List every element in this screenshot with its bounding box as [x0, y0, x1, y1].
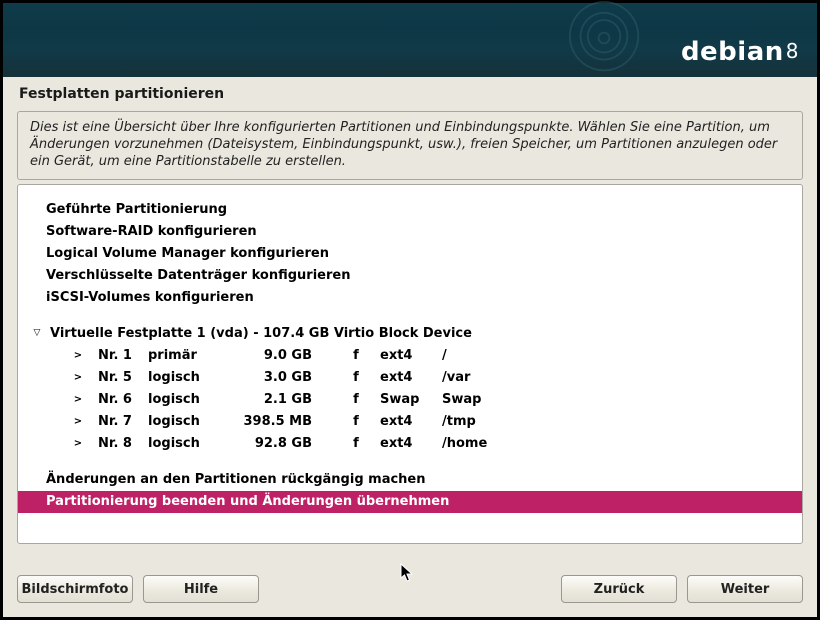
partition-row[interactable]: > Nr. 5 logisch 3.0 GB f ext4 /var: [18, 367, 802, 389]
action-finish[interactable]: Partitionierung beenden und Änderungen ü…: [18, 491, 802, 513]
disk-header[interactable]: ▽ Virtuelle Festplatte 1 (vda) - 107.4 G…: [18, 323, 802, 345]
action-undo[interactable]: Änderungen an den Partitionen rückgängig…: [18, 469, 802, 491]
chevron-right-icon: >: [58, 439, 98, 449]
menu-crypt[interactable]: Verschlüsselte Datenträger konfigurieren: [18, 265, 802, 287]
menu-lvm[interactable]: Logical Volume Manager konfigurieren: [18, 243, 802, 265]
partition-row[interactable]: > Nr. 1 primär 9.0 GB f ext4 /: [18, 345, 802, 367]
menu-guided[interactable]: Geführte Partitionierung: [18, 199, 802, 221]
brand-logo: debian8: [681, 37, 799, 67]
chevron-right-icon: >: [58, 417, 98, 427]
continue-button[interactable]: Weiter: [687, 575, 803, 603]
brand-name: debian: [681, 37, 784, 67]
menu-iscsi[interactable]: iSCSI-Volumes konfigurieren: [18, 287, 802, 309]
button-row: Bildschirmfoto Hilfe Zurück Weiter: [3, 575, 817, 603]
description-box: Dies ist eine Übersicht über Ihre konfig…: [17, 111, 803, 180]
partition-row[interactable]: > Nr. 7 logisch 398.5 MB f ext4 /tmp: [18, 411, 802, 433]
partition-row[interactable]: > Nr. 6 logisch 2.1 GB f Swap Swap: [18, 389, 802, 411]
back-button[interactable]: Zurück: [561, 575, 677, 603]
brand-version: 8: [786, 39, 799, 63]
chevron-down-icon: ▽: [28, 329, 46, 338]
chevron-right-icon: >: [58, 373, 98, 383]
installer-header: debian8: [3, 3, 817, 77]
partition-row[interactable]: > Nr. 8 logisch 92.8 GB f ext4 /home: [18, 433, 802, 455]
chevron-right-icon: >: [58, 351, 98, 361]
partition-list: Geführte Partitionierung Software-RAID k…: [17, 184, 803, 544]
chevron-right-icon: >: [58, 395, 98, 405]
screenshot-button[interactable]: Bildschirmfoto: [17, 575, 133, 603]
help-button[interactable]: Hilfe: [143, 575, 259, 603]
menu-raid[interactable]: Software-RAID konfigurieren: [18, 221, 802, 243]
page-title: Festplatten partitionieren: [3, 77, 817, 105]
debian-swirl-icon: [559, 0, 649, 83]
